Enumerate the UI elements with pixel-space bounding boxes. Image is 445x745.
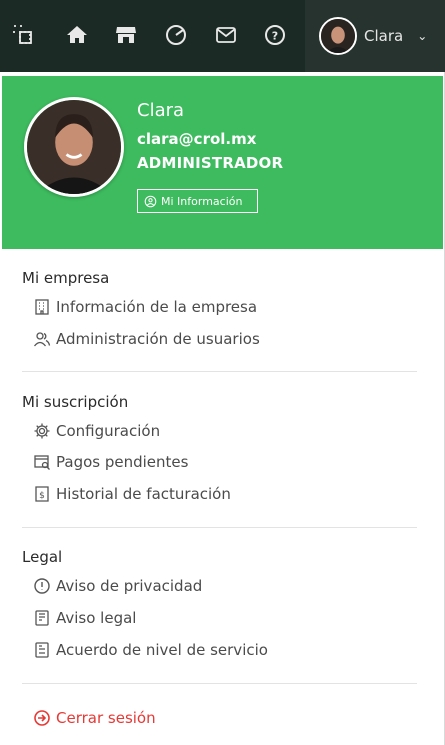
menu-item-label: Administración de usuarios <box>56 330 260 348</box>
menu-item-privacy-notice[interactable]: Aviso de privacidad <box>33 574 202 598</box>
dashboard-icon[interactable] <box>10 22 36 48</box>
menu-item-settings[interactable]: Configuración <box>33 419 160 443</box>
menu-item-legal-notice[interactable]: Aviso legal <box>33 606 136 630</box>
menu-item-label: Pagos pendientes <box>56 453 189 471</box>
document-icon <box>35 610 49 626</box>
menu-item-billing-history[interactable]: $ Historial de facturación <box>33 482 231 506</box>
chevron-down-icon: ⌄ <box>417 29 428 43</box>
my-info-button[interactable]: Mi Información <box>137 189 258 213</box>
user-menu-toggle[interactable]: Clara ⌄ <box>305 0 445 72</box>
menu-item-pending-payments[interactable]: Pagos pendientes <box>33 450 188 474</box>
my-info-label: Mi Información <box>161 194 243 208</box>
menu-item-label: Configuración <box>56 422 161 440</box>
section-title-suscripcion: Mi suscripción <box>22 393 129 411</box>
profile-email: clara@crol.mx <box>137 130 257 148</box>
menu-item-label: Aviso legal <box>56 609 137 627</box>
logout-label: Cerrar sesión <box>56 709 156 727</box>
menu-item-sla[interactable]: Acuerdo de nivel de servicio <box>33 638 268 662</box>
divider <box>22 527 417 528</box>
divider <box>22 371 417 372</box>
menu-item-user-admin[interactable]: Administración de usuarios <box>33 327 260 351</box>
profile-name: Clara <box>137 100 185 121</box>
menu-item-label: Historial de facturación <box>56 485 231 503</box>
menu-item-label: Información de la empresa <box>56 298 258 316</box>
menu-item-label: Acuerdo de nivel de servicio <box>56 641 268 659</box>
top-navbar: ? Clara ⌄ <box>0 0 445 72</box>
svg-text:$: $ <box>39 491 45 501</box>
section-title-legal: Legal <box>22 548 63 566</box>
contract-icon <box>35 642 49 658</box>
logout-button[interactable]: Cerrar sesión <box>33 706 156 730</box>
receipt-search-icon <box>34 455 50 470</box>
profile-header: Clara clara@crol.mx ADMINISTRADOR Mi Inf… <box>2 76 443 249</box>
chart-icon[interactable] <box>163 22 189 48</box>
menu-item-label: Aviso de privacidad <box>56 577 203 595</box>
profile-role: ADMINISTRADOR <box>137 154 284 172</box>
invoice-icon: $ <box>35 486 49 502</box>
gear-icon <box>34 423 50 439</box>
user-dropdown-panel: Clara clara@crol.mx ADMINISTRADOR Mi Inf… <box>0 72 445 745</box>
store-icon[interactable] <box>113 22 139 48</box>
alert-circle-icon <box>34 578 50 594</box>
avatar <box>319 17 357 55</box>
section-title-empresa: Mi empresa <box>22 269 110 287</box>
users-icon <box>33 332 51 347</box>
logout-icon <box>34 710 50 726</box>
user-circle-icon <box>144 195 157 207</box>
building-icon <box>35 299 49 315</box>
help-icon[interactable]: ? <box>262 22 288 48</box>
home-icon[interactable] <box>64 22 90 48</box>
divider <box>22 683 417 684</box>
mail-icon[interactable] <box>213 22 239 48</box>
svg-text:?: ? <box>272 30 278 43</box>
user-name: Clara <box>364 27 404 45</box>
profile-avatar <box>24 97 124 197</box>
menu-item-company-info[interactable]: Información de la empresa <box>33 295 257 319</box>
